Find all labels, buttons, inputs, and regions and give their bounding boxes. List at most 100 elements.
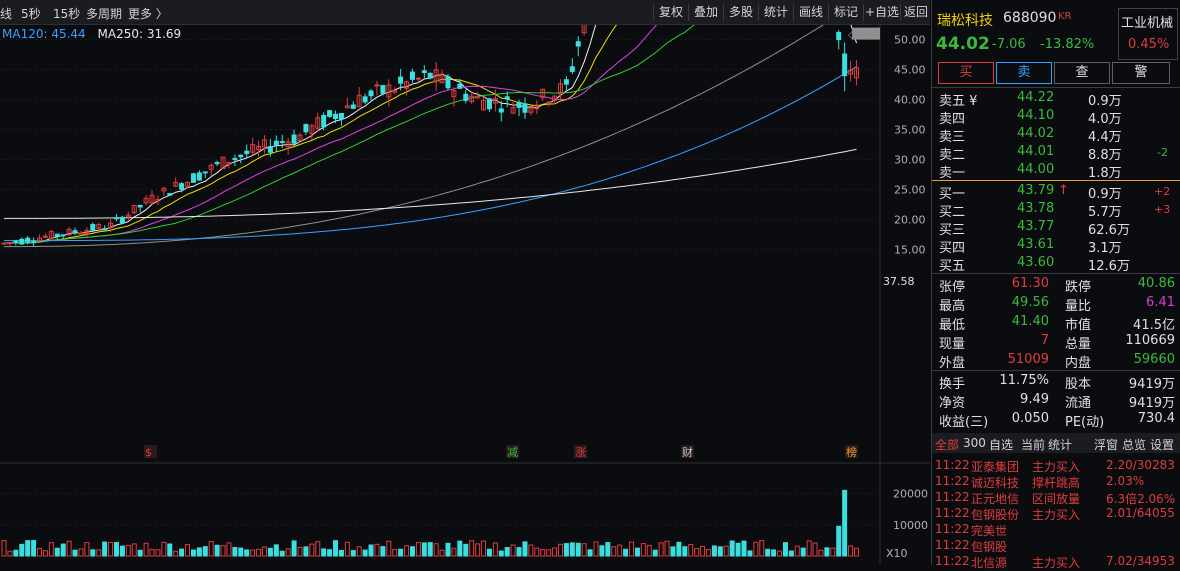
kline-chart[interactable]: 75.0070.0065.0060.0055.0050.0045.0040.00… bbox=[0, 0, 930, 565]
mark-button[interactable]: 标记 bbox=[828, 4, 863, 21]
news-tab-current[interactable]: 当前 bbox=[1021, 436, 1045, 453]
volume-bar bbox=[196, 547, 202, 557]
ask-row[interactable]: 卖一 44.00 1.8万 bbox=[932, 161, 1180, 181]
news-overview-button[interactable]: 总览 bbox=[1122, 436, 1146, 453]
volume-bar bbox=[421, 542, 427, 557]
ask-row[interactable]: 卖四 44.10 4.0万 bbox=[932, 107, 1180, 127]
candle-body bbox=[202, 171, 208, 174]
ask-row[interactable]: 卖二 44.01 8.8万 -2 bbox=[932, 143, 1180, 163]
volume-bar bbox=[66, 540, 72, 557]
ask-row[interactable]: 卖五 ¥44.22 0.9万 bbox=[932, 89, 1180, 109]
news-tab-stats[interactable]: 统计 bbox=[1048, 436, 1072, 453]
volume-bar bbox=[557, 543, 563, 557]
add-watchlist-button[interactable]: +自选 bbox=[863, 4, 900, 21]
candle-body bbox=[279, 141, 285, 144]
event-marker[interactable]: 财 bbox=[682, 445, 693, 459]
volume-bar bbox=[705, 548, 711, 557]
bid-row[interactable]: 买五 43.60 12.6万 bbox=[932, 254, 1180, 274]
news-tab-watchlist[interactable]: 自选 bbox=[989, 436, 1013, 453]
news-stock: 诚迈科技 bbox=[971, 476, 1020, 490]
news-tab-all[interactable]: 全部 bbox=[935, 436, 959, 453]
ask-volume: 1.8万 bbox=[1088, 166, 1122, 181]
candle-body bbox=[72, 230, 78, 233]
news-stock: 亚泰集团 bbox=[971, 460, 1020, 474]
volume-bar bbox=[398, 548, 404, 557]
news-item[interactable]: 11:22 诚迈科技 撑杆跳高 2.03% bbox=[935, 474, 1180, 490]
volume-bar bbox=[42, 550, 48, 557]
sector-box[interactable]: 工业机械 0.45% bbox=[1118, 8, 1178, 60]
volume-bar bbox=[433, 543, 439, 557]
stat-value: 9.49 bbox=[1020, 392, 1049, 407]
volume-bar bbox=[634, 547, 640, 557]
news-tab-300[interactable]: 300 bbox=[963, 436, 986, 450]
back-button[interactable]: 返回 bbox=[900, 4, 931, 21]
volume-bar bbox=[167, 543, 173, 557]
stat-row: 现量 7 总量 110669 bbox=[932, 332, 1180, 352]
bid-row[interactable]: 买一 43.79 ↑ 0.9万 +2 bbox=[932, 182, 1180, 202]
news-item[interactable]: 11:22 正元地信 区间放量 6.3倍2.06% bbox=[935, 490, 1180, 506]
stat-label: 现量 bbox=[939, 337, 966, 352]
bid-row[interactable]: 买三 43.77 62.6万 bbox=[932, 218, 1180, 238]
stat-row: 收益(三) 0.050 PE(动) 730.4 bbox=[932, 410, 1180, 430]
volume-bar bbox=[771, 549, 777, 557]
stat-row: 张停 61.30 跌停 40.86 bbox=[932, 275, 1180, 295]
news-item[interactable]: 11:22 包钢股 bbox=[935, 538, 1180, 554]
kline-chart-area[interactable]: 75.0070.0065.0060.0055.0050.0045.0040.00… bbox=[0, 0, 930, 565]
volume-bar bbox=[409, 546, 415, 557]
period-line-tab[interactable]: 线 bbox=[0, 5, 12, 22]
ask-row[interactable]: 卖三 44.02 4.4万 bbox=[932, 125, 1180, 145]
event-marker[interactable]: 涨 bbox=[575, 446, 586, 459]
candle-body bbox=[167, 193, 173, 196]
volume-bar bbox=[605, 542, 611, 557]
news-item[interactable]: 11:22 包钢股份 主力买入 2.01/64055 bbox=[935, 506, 1180, 522]
candle-body bbox=[522, 103, 528, 113]
sell-button[interactable]: 卖 bbox=[996, 62, 1052, 84]
overlay-button[interactable]: 叠加 bbox=[688, 4, 723, 21]
query-button[interactable]: 查 bbox=[1054, 62, 1110, 84]
period-5s-tab[interactable]: 5秒 bbox=[21, 5, 41, 22]
candle-body bbox=[415, 77, 421, 80]
volume-bar bbox=[392, 548, 398, 557]
volume-bar bbox=[214, 544, 220, 557]
volume-bar bbox=[504, 547, 510, 557]
event-marker[interactable]: 减 bbox=[507, 446, 518, 459]
more-periods-button[interactable]: 更多 〉 bbox=[128, 5, 168, 22]
kr-badge: KR bbox=[1058, 11, 1072, 22]
restore-rights-button[interactable]: 复权 bbox=[653, 4, 688, 21]
event-marker[interactable]: $ bbox=[145, 446, 152, 459]
diamond-icon[interactable]: ◇ bbox=[848, 28, 857, 41]
volume-bar bbox=[463, 543, 469, 557]
event-marker[interactable]: 榜 bbox=[846, 445, 857, 459]
volume-bar bbox=[267, 547, 273, 557]
volume-bar bbox=[232, 546, 238, 557]
news-event: 撑杆跳高 bbox=[1032, 476, 1081, 490]
volume-bar bbox=[510, 544, 516, 557]
sector-name: 工业机械 bbox=[1121, 16, 1174, 31]
statistics-button[interactable]: 统计 bbox=[758, 4, 793, 21]
candle-body bbox=[273, 140, 279, 146]
stat-row: 最高 49.56 量比 6.41 bbox=[932, 294, 1180, 314]
news-item[interactable]: 11:22 北信源 主力买入 7.02/34953 bbox=[935, 554, 1180, 570]
candle-body bbox=[398, 76, 404, 84]
news-event: 主力买入 bbox=[1032, 556, 1081, 570]
news-settings-button[interactable]: 设置 bbox=[1150, 436, 1174, 453]
candle-body bbox=[350, 104, 356, 109]
multi-period-tab[interactable]: 多周期 bbox=[86, 5, 122, 22]
period-15s-tab[interactable]: 15秒 bbox=[53, 5, 80, 22]
candle-body bbox=[244, 150, 250, 155]
volume-bar bbox=[374, 543, 380, 557]
draw-line-button[interactable]: 画线 bbox=[793, 4, 828, 21]
bid-row[interactable]: 买二 43.78 5.7万 +3 bbox=[932, 200, 1180, 220]
volume-bar bbox=[90, 549, 96, 557]
volume-bar bbox=[279, 550, 285, 557]
news-item[interactable]: 11:22 亚泰集团 主力买入 2.20/30283 bbox=[935, 458, 1180, 474]
stat-row: 外盘 51009 内盘 59660 bbox=[932, 351, 1180, 371]
volume-bar bbox=[658, 542, 664, 557]
news-float-button[interactable]: 浮窗 bbox=[1094, 436, 1118, 453]
alert-button[interactable]: 警 bbox=[1112, 62, 1170, 84]
candle-body bbox=[321, 114, 327, 128]
multi-stock-button[interactable]: 多股 bbox=[723, 4, 758, 21]
bid-row[interactable]: 买四 43.61 3.1万 bbox=[932, 236, 1180, 256]
buy-button[interactable]: 买 bbox=[938, 62, 994, 84]
news-item[interactable]: 11:22 完美世 bbox=[935, 522, 1180, 538]
